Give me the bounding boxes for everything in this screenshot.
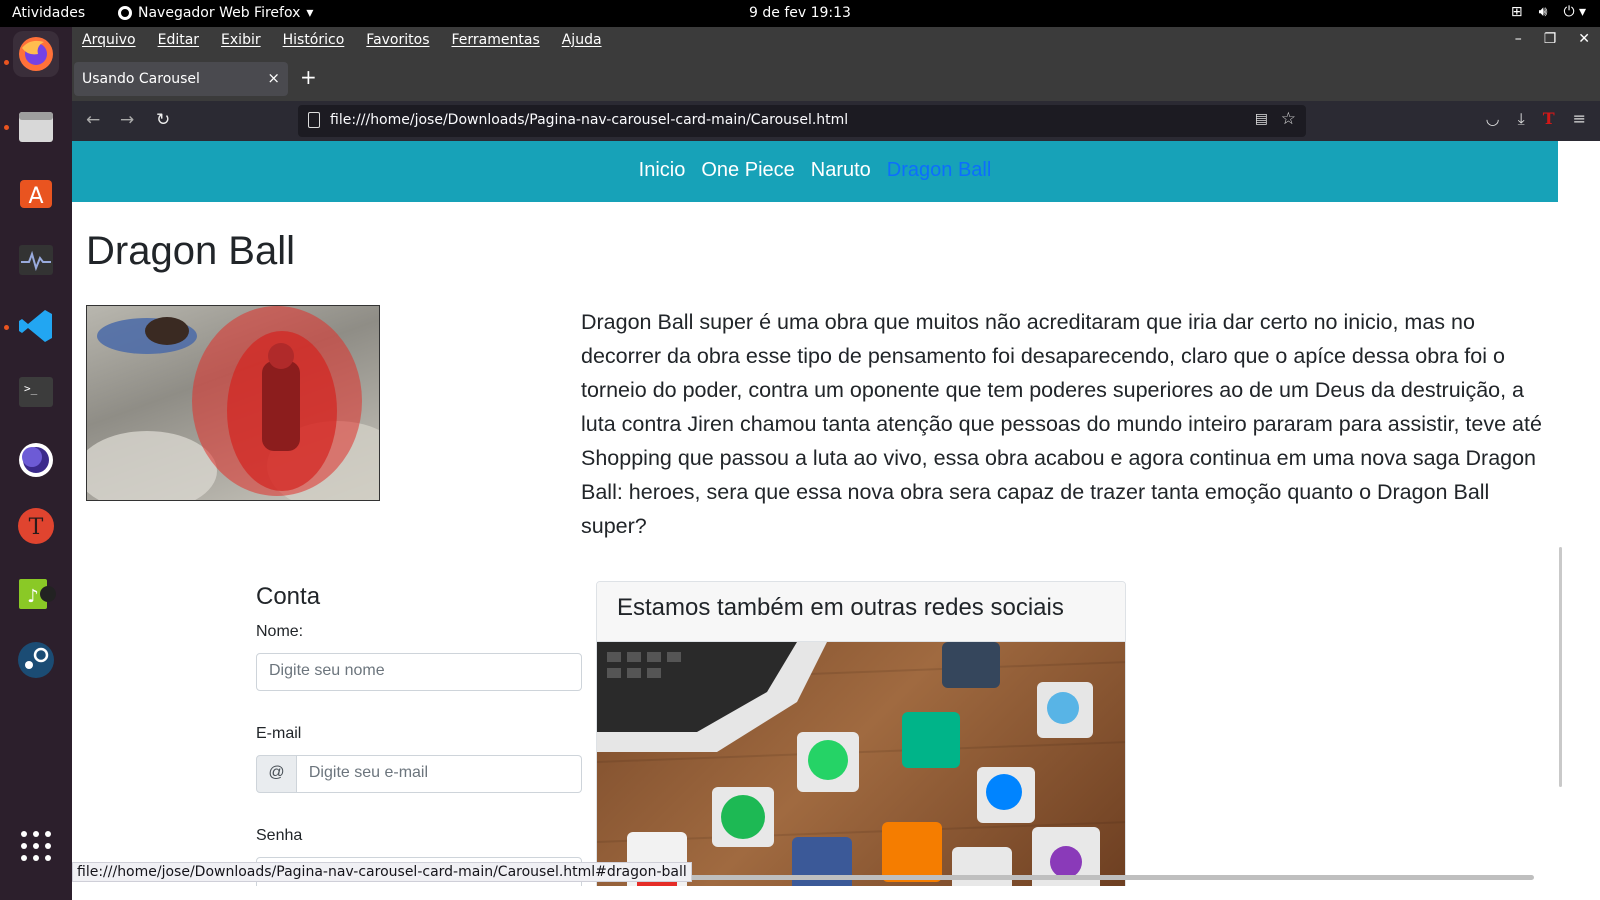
page-heading: Dragon Ball — [86, 229, 296, 273]
social-media-card: Estamos também em outras redes sociais — [596, 581, 1126, 886]
eclipse-launcher[interactable] — [13, 437, 59, 483]
tab-bar: Usando Carousel × + — [72, 56, 1600, 101]
form-title: Conta — [256, 583, 321, 610]
eclipse-icon — [19, 443, 53, 477]
menu-favoritos[interactable]: Favoritos — [366, 32, 429, 48]
nav-link-inicio[interactable]: Inicio — [639, 159, 686, 182]
social-media-image — [597, 642, 1125, 886]
running-indicator — [4, 60, 9, 65]
nav-link-naruto[interactable]: Naruto — [811, 159, 871, 182]
url-bar[interactable]: file:///home/jose/Downloads/Pagina-nav-c… — [298, 105, 1306, 137]
name-label: Nome: — [256, 623, 304, 640]
vertical-scrollbar[interactable] — [1559, 547, 1562, 787]
account-form: Conta Nome: Digite seu nome E-mail @ Dig… — [256, 583, 582, 886]
firefox-launcher[interactable] — [13, 31, 59, 77]
firefox-window: Arquivo Editar Exibir Histórico Favorito… — [72, 27, 1600, 900]
close-tab-icon[interactable]: × — [267, 69, 280, 87]
at-sign-addon: @ — [256, 755, 297, 793]
close-window-icon[interactable]: ✕ — [1578, 31, 1590, 47]
reader-view-icon[interactable]: ▤ — [1255, 111, 1268, 127]
web-page: Inicio One Piece Naruto Dragon Ball Drag… — [72, 141, 1558, 886]
menu-ajuda[interactable]: Ajuda — [562, 32, 602, 48]
minimize-icon[interactable]: – — [1515, 31, 1522, 47]
url-text[interactable]: file:///home/jose/Downloads/Pagina-nav-c… — [330, 112, 848, 128]
steam-icon — [18, 642, 54, 678]
activities-button[interactable]: Atividades — [12, 5, 85, 21]
svg-text:A: A — [28, 184, 43, 209]
svg-text:T: T — [29, 515, 44, 540]
files-icon — [19, 112, 53, 142]
menu-arquivo[interactable]: Arquivo — [82, 32, 136, 48]
link-status-bar: file:///home/jose/Downloads/Pagina-nav-c… — [72, 862, 692, 882]
music-note-icon: ♪ — [19, 579, 56, 609]
running-indicator — [4, 125, 9, 130]
network-icon[interactable]: ⊞ — [1511, 4, 1523, 20]
bookmark-star-icon[interactable]: ☆ — [1281, 109, 1296, 129]
svg-text:♪: ♪ — [27, 586, 39, 607]
app-center-launcher[interactable]: A — [13, 169, 59, 215]
pocket-icon[interactable]: ◡ — [1486, 109, 1500, 129]
back-arrow-icon[interactable]: ← — [86, 110, 100, 130]
menu-historico[interactable]: Histórico — [283, 32, 345, 48]
nav-link-one-piece[interactable]: One Piece — [701, 159, 794, 182]
site-navbar: Inicio One Piece Naruto Dragon Ball — [72, 141, 1558, 202]
dock: A >_ T ♪ — [0, 27, 72, 900]
new-tab-icon[interactable]: + — [300, 65, 317, 89]
show-apps-button[interactable] — [13, 823, 59, 869]
clock[interactable]: 9 de fev 19:13 — [749, 5, 851, 21]
tumblr-cube — [942, 642, 1000, 688]
password-label: Senha — [256, 827, 303, 844]
system-tray[interactable]: ⊞ 🔊︎ ⏻ ▾ — [1511, 4, 1586, 20]
nav-link-dragon-ball[interactable]: Dragon Ball — [887, 159, 992, 182]
store-icon: A — [20, 180, 52, 209]
navigation-toolbar: ← → ↻ file:///home/jose/Downloads/Pagina… — [72, 101, 1600, 141]
volume-icon[interactable]: 🔊︎ — [1539, 4, 1548, 20]
terminal-launcher[interactable]: >_ — [13, 369, 59, 415]
svg-text:>_: >_ — [24, 382, 38, 395]
name-input[interactable]: Digite seu nome — [256, 653, 582, 691]
menu-exibir[interactable]: Exibir — [221, 32, 261, 48]
vscode-launcher[interactable] — [13, 303, 59, 349]
system-monitor-launcher[interactable] — [13, 237, 59, 283]
running-indicator — [4, 325, 9, 330]
email-input[interactable]: Digite seu e-mail — [296, 755, 582, 793]
forward-arrow-icon[interactable]: → — [120, 110, 134, 130]
reload-icon[interactable]: ↻ — [156, 110, 170, 130]
extension-t-icon[interactable]: T — [1543, 109, 1555, 129]
files-launcher[interactable] — [13, 103, 59, 149]
activity-monitor-icon — [19, 245, 53, 275]
page-document-icon — [308, 112, 320, 128]
horizontal-scrollbar[interactable] — [644, 875, 1534, 880]
dragon-ball-image — [86, 305, 380, 501]
menu-bar: Arquivo Editar Exibir Histórico Favorito… — [72, 27, 1600, 56]
email-label: E-mail — [256, 725, 302, 742]
tab-usando-carousel[interactable]: Usando Carousel × — [74, 62, 288, 96]
font-t-icon: T — [18, 508, 54, 544]
vscode-icon — [19, 310, 52, 342]
restore-icon[interactable]: ❐ — [1544, 31, 1557, 47]
download-icon[interactable]: ⤓ — [1518, 109, 1525, 129]
menu-editar[interactable]: Editar — [158, 32, 199, 48]
app-menu[interactable]: Navegador Web Firefox ▾ — [118, 5, 313, 21]
power-icon[interactable]: ⏻ ▾ — [1563, 4, 1586, 20]
steam-launcher[interactable] — [13, 637, 59, 683]
card-title: Estamos também em outras redes sociais — [597, 582, 1125, 642]
music-launcher[interactable]: ♪ — [13, 571, 59, 617]
firefox-icon — [19, 37, 53, 71]
tab-title: Usando Carousel — [82, 71, 200, 87]
menu-ferramentas[interactable]: Ferramentas — [452, 32, 540, 48]
app-menu-label: Navegador Web Firefox — [138, 5, 301, 21]
grid-icon — [21, 831, 51, 861]
firefox-icon — [118, 6, 132, 20]
terminal-icon: >_ — [19, 377, 53, 407]
hamburger-menu-icon[interactable]: ≡ — [1573, 109, 1586, 129]
gnome-top-bar: Atividades Navegador Web Firefox ▾ 9 de … — [0, 0, 1600, 27]
article-text: Dragon Ball super é uma obra que muitos … — [581, 310, 1542, 538]
caret-down-icon: ▾ — [306, 5, 314, 21]
typora-launcher[interactable]: T — [13, 503, 59, 549]
